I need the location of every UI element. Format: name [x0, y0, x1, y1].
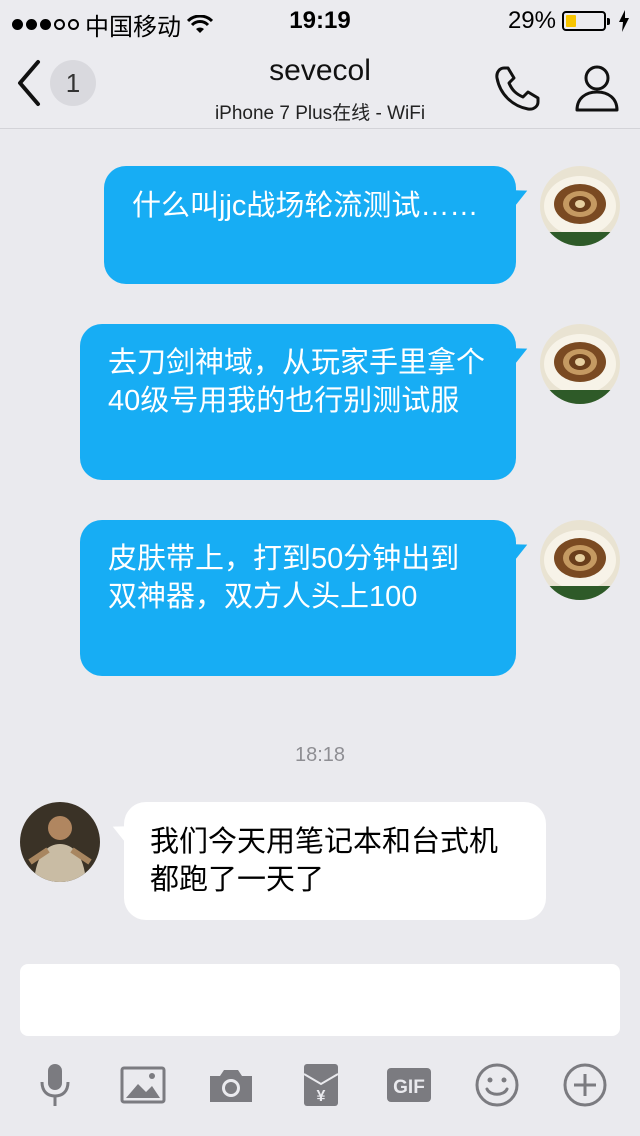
message-text: 我们今天用笔记本和台式机都跑了一天了	[150, 826, 499, 896]
red-packet-symbol: ¥	[317, 1088, 326, 1105]
chat-header: 1 sevecol iPhone 7 Plus在线 - WiFi	[0, 40, 640, 129]
status-bar: 中国移动 19:19 29%	[0, 0, 640, 41]
my-avatar[interactable]	[540, 520, 620, 600]
emoji-icon[interactable]	[472, 1060, 522, 1110]
microphone-icon[interactable]	[30, 1060, 80, 1110]
gif-label: GIF	[393, 1077, 425, 1098]
contact-status: iPhone 7 Plus在线 - WiFi	[214, 103, 426, 124]
message-bubble-outgoing[interactable]: 什么叫jjc战场轮流测试……	[104, 166, 516, 284]
contact-avatar[interactable]	[20, 802, 100, 882]
profile-icon[interactable]	[572, 62, 622, 114]
image-icon[interactable]	[118, 1060, 168, 1110]
battery-section: 29%	[508, 7, 630, 35]
message-bubble-incoming[interactable]: 我们今天用笔记本和台式机都跑了一天了	[124, 802, 546, 920]
battery-percent: 29%	[507, 7, 556, 34]
contact-name: sevecol	[269, 54, 371, 87]
red-packet-icon[interactable]: ¥	[296, 1060, 346, 1110]
coffee-avatar-icon	[540, 166, 620, 246]
coffee-avatar-icon	[540, 324, 620, 404]
message-bubble-outgoing[interactable]: 皮肤带上，打到50分钟出到双神器，双方人头上100	[80, 520, 516, 676]
charging-bolt-icon	[619, 10, 629, 32]
plus-icon[interactable]	[560, 1060, 610, 1110]
camera-icon[interactable]	[206, 1060, 256, 1110]
message-text: 什么叫jjc战场轮流测试……	[132, 190, 479, 222]
battery-level	[566, 15, 577, 27]
message-input[interactable]	[20, 964, 620, 1036]
coffee-avatar-icon	[540, 520, 620, 600]
message-bubble-outgoing[interactable]: 去刀剑神域，从玩家手里拿个40级号用我的也行别测试服	[80, 324, 516, 480]
my-avatar[interactable]	[540, 324, 620, 404]
gif-icon[interactable]: GIF	[384, 1060, 434, 1110]
input-toolbar: ¥ GIF	[0, 1050, 640, 1130]
battery-icon	[562, 11, 610, 31]
person-photo-avatar	[20, 802, 100, 882]
phone-call-icon[interactable]	[492, 64, 542, 114]
message-text: 去刀剑神域，从玩家手里拿个40级号用我的也行别测试服	[108, 347, 486, 417]
message-text: 皮肤带上，打到50分钟出到双神器，双方人头上100	[108, 543, 460, 613]
message-timestamp: 18:18	[294, 744, 346, 766]
my-avatar[interactable]	[540, 166, 620, 246]
